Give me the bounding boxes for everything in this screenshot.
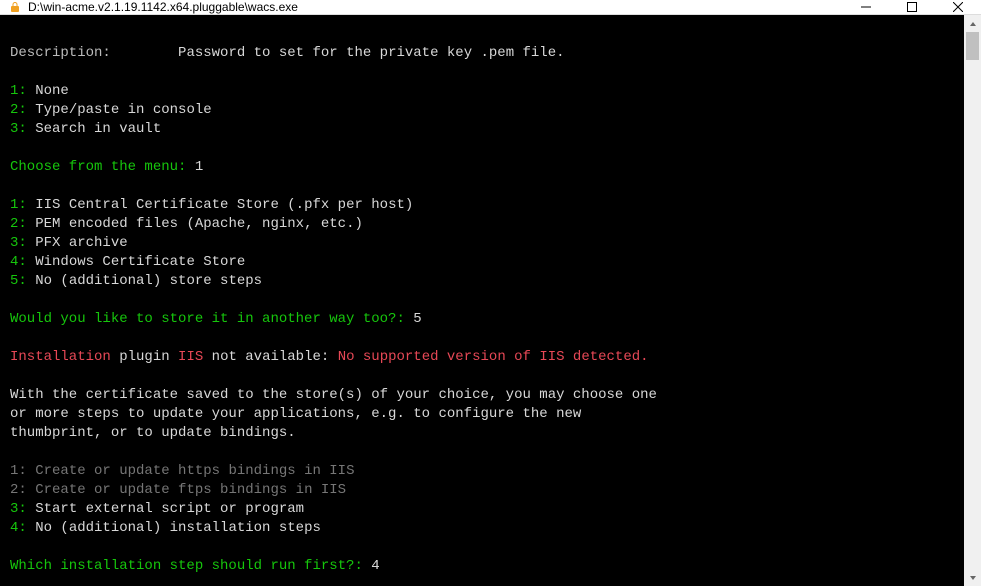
- menu2-item-5: No (additional) store steps: [35, 273, 262, 289]
- vertical-scrollbar[interactable]: [964, 15, 981, 586]
- menu3-item-1: Create or update https bindings in IIS: [35, 463, 354, 479]
- prompt-install-step-answer: 4: [371, 558, 379, 574]
- prompt-install-step: Which installation step should run first…: [10, 558, 363, 574]
- menu3-num-2: 2:: [10, 482, 27, 498]
- window-titlebar: D:\win-acme.v2.1.19.1142.x64.pluggable\w…: [0, 0, 981, 15]
- error-plugin-word: plugin: [111, 349, 178, 365]
- menu2-item-1: IIS Central Certificate Store (.pfx per …: [35, 197, 413, 213]
- error-notavail-word: not available:: [203, 349, 337, 365]
- menu1-num-2: 2:: [10, 102, 27, 118]
- menu1-num-3: 3:: [10, 121, 27, 137]
- menu1-item-2: Type/paste in console: [35, 102, 211, 118]
- terminal-output[interactable]: Description: Password to set for the pri…: [0, 15, 964, 586]
- terminal-container: Description: Password to set for the pri…: [0, 15, 981, 586]
- lock-icon: [8, 0, 22, 14]
- menu1-item-1: None: [35, 83, 69, 99]
- error-iis-word: IIS: [178, 349, 203, 365]
- prompt-choose-menu: Choose from the menu:: [10, 159, 186, 175]
- menu3-item-4: No (additional) installation steps: [35, 520, 321, 536]
- menu1-num-1: 1:: [10, 83, 27, 99]
- window-title: D:\win-acme.v2.1.19.1142.x64.pluggable\w…: [28, 0, 843, 14]
- info-paragraph-l1: With the certificate saved to the store(…: [10, 387, 657, 403]
- maximize-button[interactable]: [889, 0, 935, 14]
- menu3-num-3: 3:: [10, 501, 27, 517]
- menu2-num-1: 1:: [10, 197, 27, 213]
- description-label: Description:: [10, 45, 111, 61]
- prompt-choose-menu-answer: 1: [195, 159, 203, 175]
- window-controls: [843, 0, 981, 14]
- menu2-num-2: 2:: [10, 216, 27, 232]
- info-paragraph-l2: or more steps to update your application…: [10, 406, 581, 422]
- menu2-num-3: 3:: [10, 235, 27, 251]
- scroll-thumb[interactable]: [966, 32, 979, 60]
- menu1-item-3: Search in vault: [35, 121, 161, 137]
- prompt-store-another-answer: 5: [413, 311, 421, 327]
- menu3-item-3: Start external script or program: [35, 501, 304, 517]
- menu3-item-2: Create or update ftps bindings in IIS: [35, 482, 346, 498]
- error-message: No supported version of IIS detected.: [338, 349, 649, 365]
- prompt-store-another: Would you like to store it in another wa…: [10, 311, 405, 327]
- description-text: Password to set for the private key .pem…: [178, 45, 564, 61]
- menu3-num-4: 4:: [10, 520, 27, 536]
- close-button[interactable]: [935, 0, 981, 14]
- menu2-num-5: 5:: [10, 273, 27, 289]
- menu2-item-2: PEM encoded files (Apache, nginx, etc.): [35, 216, 363, 232]
- scroll-up-arrow[interactable]: [964, 15, 981, 32]
- menu2-item-4: Windows Certificate Store: [35, 254, 245, 270]
- error-install-word: Installation: [10, 349, 111, 365]
- scroll-down-arrow[interactable]: [964, 569, 981, 586]
- menu2-num-4: 4:: [10, 254, 27, 270]
- info-paragraph-l3: thumbprint, or to update bindings.: [10, 425, 296, 441]
- menu3-num-1: 1:: [10, 463, 27, 479]
- minimize-button[interactable]: [843, 0, 889, 14]
- menu2-item-3: PFX archive: [35, 235, 127, 251]
